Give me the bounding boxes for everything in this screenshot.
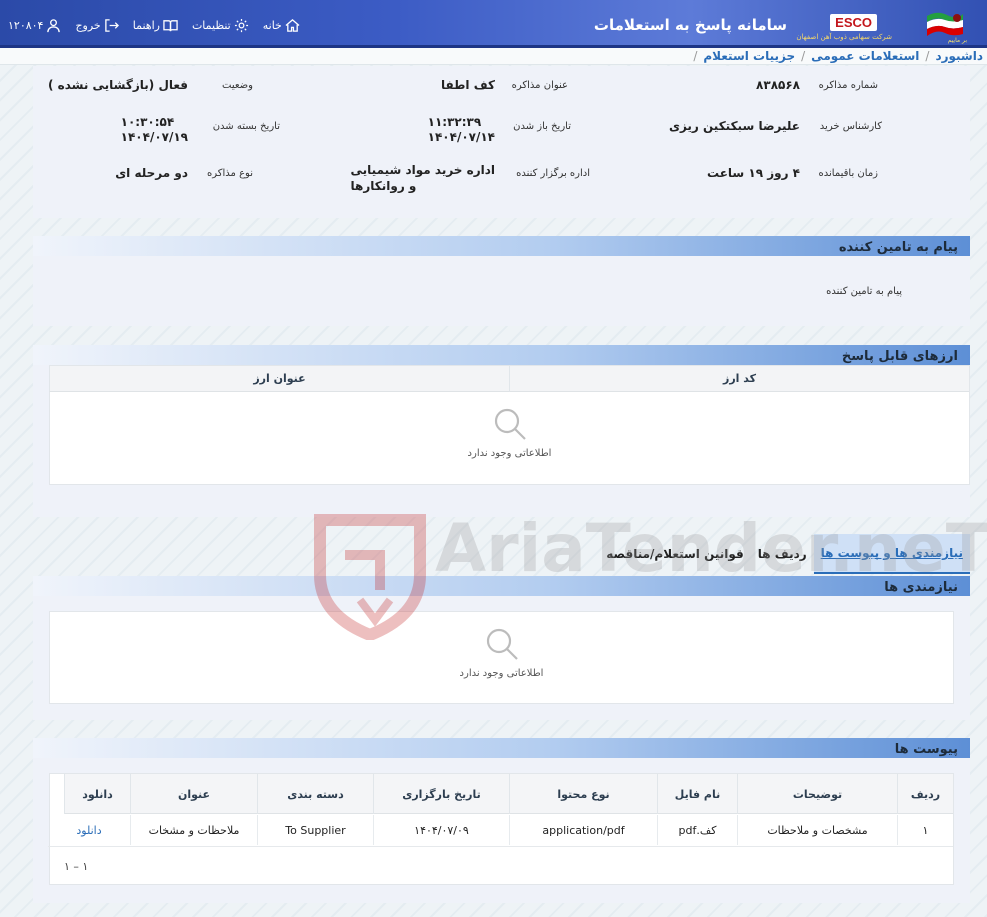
download-link[interactable]: دانلود <box>48 815 130 845</box>
value-subject: کف اطفا <box>440 78 495 92</box>
requirements-empty: اطلاعاتی وجود ندارد <box>50 626 953 679</box>
cell-row: ۱ <box>897 815 953 845</box>
panel-header <box>33 345 970 365</box>
attachments-panel: پیوست ها ردیف توضیحات نام فایل نوع محتوا… <box>33 738 970 903</box>
label-type: نوع مذاکره <box>207 168 253 179</box>
column-description[interactable]: توضیحات <box>737 774 897 814</box>
column-row[interactable]: ردیف <box>897 774 953 814</box>
column-currency-code[interactable]: کد ارز <box>509 366 969 392</box>
cell-upload-date: ۱۴۰۴/۰۷/۰۹ <box>373 815 509 845</box>
logout-icon <box>104 19 119 32</box>
top-header: بر ماییم ESCO شرکت سهامی ذوب آهن اصفهان … <box>0 0 987 48</box>
table-header-row: ردیف توضیحات نام فایل نوع محتوا تاریخ با… <box>64 774 953 814</box>
tab-requirements-attachments[interactable]: نیازمندی ها و پیوست ها <box>813 534 970 574</box>
search-icon <box>486 628 518 660</box>
detail-tabs: نیازمندی ها و پیوست ها ردیف ها قوانین اس… <box>599 534 970 574</box>
breadcrumb-separator: / <box>801 49 806 63</box>
flag-caption: بر ماییم <box>947 37 967 44</box>
currencies-empty: اطلاعاتی وجود ندارد <box>50 406 969 459</box>
tab-rows[interactable]: ردیف ها <box>751 534 814 574</box>
label-remaining: زمان باقیمانده <box>818 168 878 179</box>
currencies-panel: ارزهای قابل پاسخ کد ارز عنوان ارز اطلاعا… <box>33 345 970 517</box>
cell-file-name: کف.pdf <box>657 815 737 845</box>
currencies-table: کد ارز عنوان ارز اطلاعاتی وجود ندارد <box>49 365 970 485</box>
breadcrumb-separator: / <box>693 49 698 63</box>
home-link[interactable]: خانه <box>263 18 300 33</box>
panel-header <box>33 236 970 256</box>
attachments-table: ردیف توضیحات نام فایل نوع محتوا تاریخ با… <box>48 773 954 885</box>
supplier-message-text: پیام به تامین کننده <box>826 286 902 297</box>
breadcrumb: داشبورد / استعلامات عمومی / جزییات استعل… <box>0 48 987 65</box>
column-file-name[interactable]: نام فایل <box>657 774 737 814</box>
tab-rules[interactable]: قوانین استعلام/مناقصه <box>599 534 751 574</box>
value-type: دو مرحله ای <box>115 166 188 180</box>
panel-header <box>33 576 970 596</box>
label-subject: عنوان مذاکره <box>511 80 568 91</box>
value-status: فعال (بازگشایی نشده ) <box>47 78 188 92</box>
home-icon <box>285 19 300 32</box>
guide-link[interactable]: راهنما <box>133 18 178 33</box>
pagination-info: ۱ – ۱ <box>64 860 89 873</box>
iran-flag-logo <box>927 12 963 36</box>
requirements-box: اطلاعاتی وجود ندارد <box>49 611 954 704</box>
user-icon <box>47 19 61 33</box>
brand-subtitle: شرکت سهامی ذوب آهن اصفهان <box>796 33 892 41</box>
value-remaining: ۴ روز ۱۹ ساعت <box>706 166 800 180</box>
label-expert: کارشناس خرید <box>819 121 882 132</box>
breadcrumb-inquiry-details[interactable]: جزییات استعلام <box>703 49 795 63</box>
label-organizer: اداره برگزار کننده <box>516 168 590 179</box>
column-currency-title[interactable]: عنوان ارز <box>49 366 509 392</box>
gear-icon <box>234 18 248 33</box>
label-open-date: تاریخ باز شدن <box>513 121 571 132</box>
supplier-message-panel: پیام به تامین کننده پیام به تامین کننده <box>33 236 970 326</box>
value-close-date: ۱۰:۳۰:۵۴ ۱۴۰۴/۰۷/۱۹ <box>120 115 188 144</box>
logout-link[interactable]: خروج <box>75 18 119 33</box>
breadcrumb-dashboard[interactable]: داشبورد <box>935 49 983 63</box>
column-content-type[interactable]: نوع محتوا <box>509 774 657 814</box>
label-close-date: تاریخ بسته شدن <box>212 121 280 132</box>
value-organizer: اداره خرید مواد شیمیایی و روانکارها <box>350 163 495 193</box>
attachments-title: پیوست ها <box>894 742 958 757</box>
cell-description: مشخصات و ملاحظات <box>737 815 897 845</box>
currencies-title: ارزهای قابل پاسخ <box>841 349 958 364</box>
inquiry-info-panel: شماره مذاکره ۸۳۸۵۶۸ عنوان مذاکره کف اطفا… <box>33 66 970 218</box>
requirements-title: نیازمندی ها <box>884 580 958 595</box>
table-row: ۱ مشخصات و ملاحظات کف.pdf application/pd… <box>48 815 953 847</box>
value-open-date: ۱۱:۳۲:۳۹ ۱۴۰۴/۰۷/۱۴ <box>427 115 495 144</box>
label-number: شماره مذاکره <box>818 80 878 91</box>
search-icon <box>494 408 526 440</box>
brand-logo: ESCO <box>830 14 877 31</box>
book-icon <box>163 20 178 32</box>
top-nav: ۱۲۰۸۰۴ خروج راهنما تنظیمات خانه <box>8 18 300 33</box>
supplier-message-title: پیام به تامین کننده <box>838 240 958 255</box>
requirements-panel: نیازمندی ها اطلاعاتی وجود ندارد <box>33 576 970 720</box>
column-title[interactable]: عنوان <box>130 774 257 814</box>
breadcrumb-public-inquiries[interactable]: استعلامات عمومی <box>811 49 919 63</box>
app-title: سامانه پاسخ به استعلامات <box>593 16 787 34</box>
settings-link[interactable]: تنظیمات <box>192 18 249 33</box>
breadcrumb-separator: / <box>925 49 930 63</box>
column-download[interactable]: دانلود <box>64 774 130 814</box>
column-upload-date[interactable]: تاریخ بارگزاری <box>373 774 509 814</box>
user-id[interactable]: ۱۲۰۸۰۴ <box>8 18 61 33</box>
label-status: وضعیت <box>222 80 253 91</box>
value-expert: علیرضا سبکتکین ریزی <box>668 119 800 133</box>
column-category[interactable]: دسته بندی <box>257 774 373 814</box>
cell-content-type: application/pdf <box>509 815 657 845</box>
value-number: ۸۳۸۵۶۸ <box>756 78 800 92</box>
panel-header <box>33 738 970 758</box>
cell-title: ملاحظات و مشخات <box>130 815 257 845</box>
cell-category: To Supplier <box>257 815 373 845</box>
